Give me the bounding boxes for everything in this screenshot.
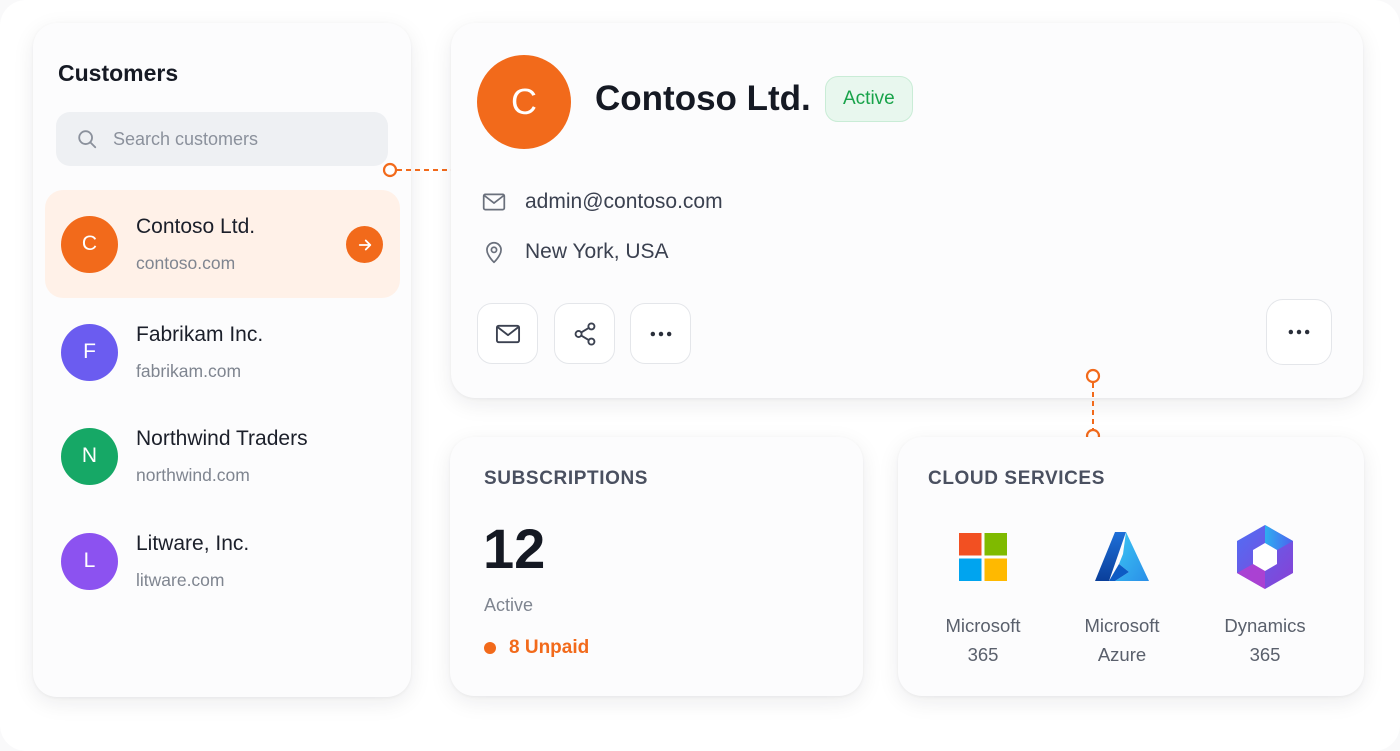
service-name-line1: Dynamics [1224,615,1306,636]
service-label: Microsoft Azure [1062,611,1182,669]
subscriptions-count-label: Active [484,595,534,615]
microsoft-logo-icon [959,533,1007,581]
service-name-line1: Microsoft [1084,615,1160,636]
more-icon [650,331,671,336]
subscriptions-title: SUBSCRIPTIONS [484,468,649,489]
detail-location: New York, USA [525,240,669,263]
azure-logo-icon [1095,532,1149,581]
service-label: Microsoft 365 [923,611,1043,669]
dynamics-logo-icon [1237,525,1293,589]
detail-email[interactable]: admin@contoso.com [525,190,723,214]
location-row: New York, USA [481,239,669,265]
customer-item-litware[interactable]: L Litware, Inc. litware.com [45,507,400,615]
customer-item-contoso[interactable]: C Contoso Ltd. contoso.com [45,190,400,298]
service-label: Dynamics 365 [1205,611,1325,669]
avatar: N [61,427,118,485]
subscriptions-card: SUBSCRIPTIONS 12 Active 8 Unpaid [450,437,863,696]
connector-line-vertical [1085,368,1101,444]
cloud-services-card: CLOUD SERVICES Microsoft 365 Microsoft A… [898,437,1364,696]
customer-name: Litware, Inc. [136,531,250,555]
detail-avatar: C [477,55,571,149]
service-microsoft-365[interactable]: Microsoft 365 [923,525,1043,669]
share-button[interactable] [554,303,615,364]
customer-name: Northwind Traders [136,426,308,450]
subscriptions-count: 12 [483,517,546,580]
mail-icon [482,193,506,211]
service-name-line1: Microsoft [945,615,1021,636]
customers-title: Customers [58,60,179,86]
unpaid-label: 8 Unpaid [509,637,590,658]
customer-name: Fabrikam Inc. [136,322,264,346]
search-icon [78,130,97,149]
search-input[interactable] [113,128,373,150]
customer-item-fabrikam[interactable]: F Fabrikam Inc. fabrikam.com [45,298,400,406]
detail-customer-name: Contoso Ltd. [595,79,811,118]
unpaid-indicator[interactable]: 8 Unpaid [484,637,589,659]
unpaid-dot-icon [484,642,496,654]
email-row: admin@contoso.com [481,189,723,215]
customer-domain: litware.com [136,569,225,590]
service-name-line2: Azure [1097,644,1147,665]
location-pin-icon [486,241,502,264]
customers-panel: Customers C Contoso Ltd. contoso.com F F… [33,23,411,697]
service-dynamics-365[interactable]: Dynamics 365 [1205,525,1325,669]
search-box[interactable] [56,112,388,166]
customer-domain: fabrikam.com [136,360,242,381]
customer-item-northwind[interactable]: N Northwind Traders northwind.com [45,402,400,510]
card-menu-button[interactable] [1266,299,1332,365]
send-email-button[interactable] [477,303,538,364]
share-icon [574,321,595,346]
more-icon [1288,329,1310,335]
mail-icon [495,324,520,343]
cloud-services-title: CLOUD SERVICES [928,468,1105,489]
service-name-line2: 365 [1249,644,1281,665]
service-name-line2: 365 [967,644,999,665]
avatar: L [61,532,118,590]
customer-detail-card: C Contoso Ltd. Active admin@contoso.com … [451,23,1363,398]
open-customer-button[interactable] [346,226,383,263]
service-microsoft-azure[interactable]: Microsoft Azure [1062,525,1182,669]
customer-domain: contoso.com [136,252,236,273]
status-badge: Active [825,76,913,122]
customer-name: Contoso Ltd. [136,214,256,238]
more-options-button[interactable] [630,303,691,364]
avatar: C [61,215,118,273]
customer-domain: northwind.com [136,464,250,485]
arrow-right-icon [358,239,371,250]
avatar: F [61,323,118,381]
